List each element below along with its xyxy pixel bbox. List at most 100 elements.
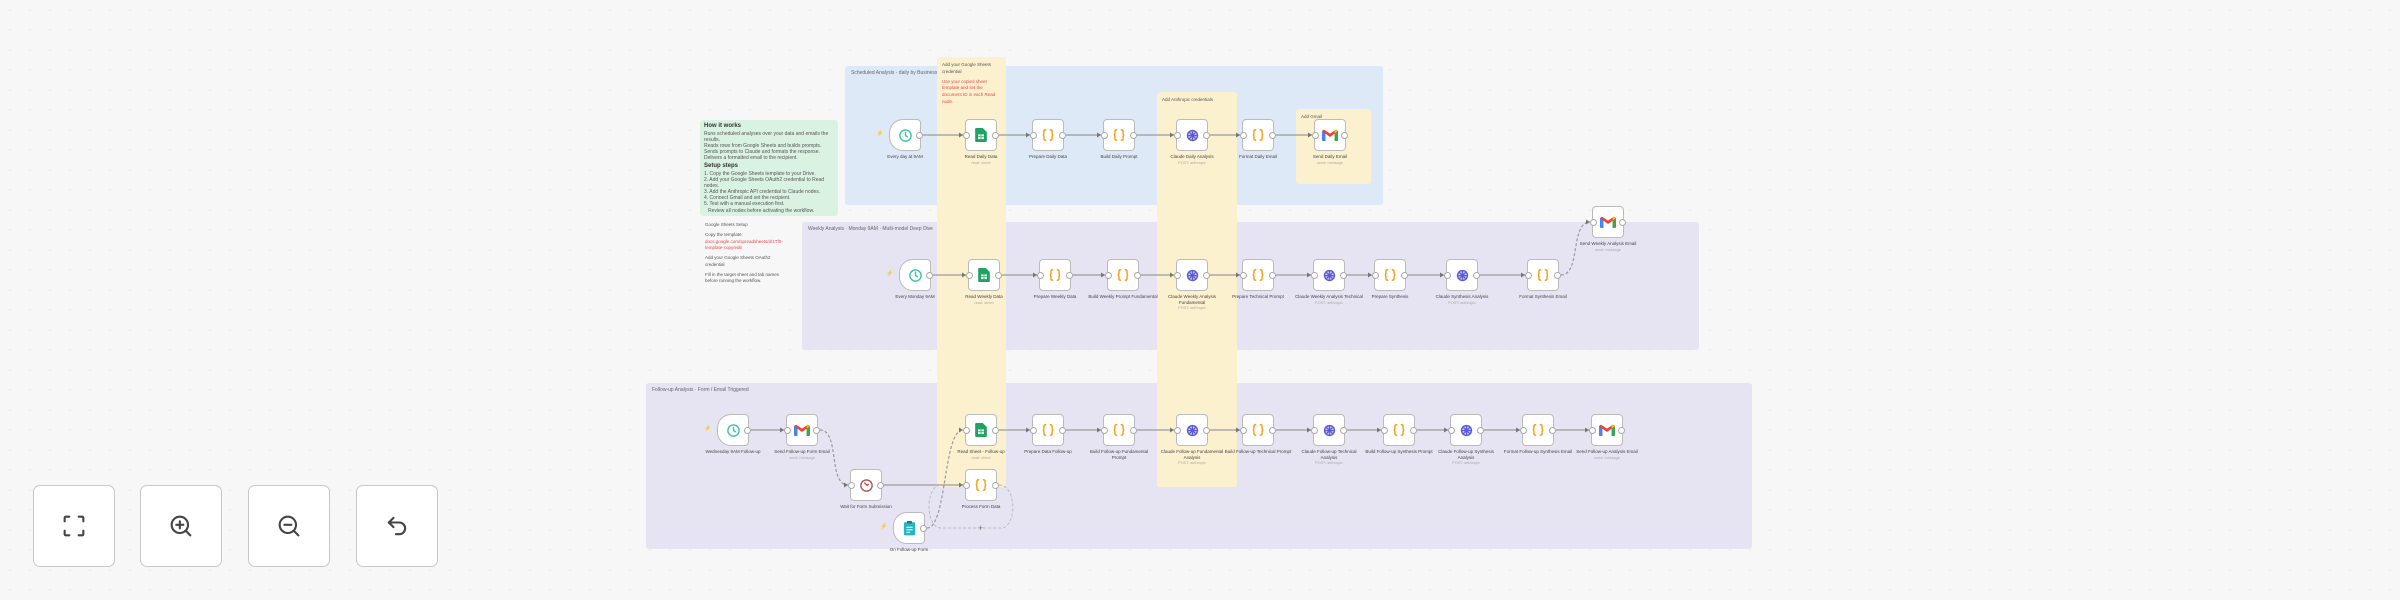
node-ai[interactable]: [1311, 414, 1347, 446]
node-trigger-clock[interactable]: [717, 414, 751, 446]
node-code[interactable]: [1101, 119, 1137, 151]
node-code[interactable]: [1381, 414, 1417, 446]
node-code[interactable]: [1240, 119, 1276, 151]
input-port[interactable]: [1589, 427, 1596, 434]
output-port[interactable]: [1203, 427, 1210, 434]
output-port[interactable]: [1340, 427, 1347, 434]
node-code[interactable]: [1525, 259, 1561, 291]
node-trigger-clock[interactable]: [899, 259, 933, 291]
input-port[interactable]: [1311, 427, 1318, 434]
output-port[interactable]: [1619, 219, 1626, 226]
output-port[interactable]: [1059, 427, 1066, 434]
input-port[interactable]: [1381, 427, 1388, 434]
input-port[interactable]: [1101, 427, 1108, 434]
output-port[interactable]: [1473, 272, 1480, 279]
node-sheets[interactable]: [966, 259, 1002, 291]
node-ai[interactable]: [1174, 119, 1210, 151]
node-code[interactable]: [1030, 119, 1066, 151]
input-port[interactable]: [1030, 132, 1037, 139]
output-port[interactable]: [926, 272, 933, 279]
output-port[interactable]: [1401, 272, 1408, 279]
node-ai[interactable]: [1448, 414, 1484, 446]
fit-view-button[interactable]: [33, 485, 115, 567]
node-code[interactable]: [1101, 414, 1137, 446]
output-port[interactable]: [1477, 427, 1484, 434]
node-code[interactable]: [1105, 259, 1141, 291]
node-gmail[interactable]: [1312, 119, 1348, 151]
input-port[interactable]: [1590, 219, 1597, 226]
output-port[interactable]: [992, 482, 999, 489]
input-port[interactable]: [1372, 272, 1379, 279]
node-code[interactable]: [963, 469, 999, 501]
input-port[interactable]: [1240, 272, 1247, 279]
node-sheets[interactable]: [963, 119, 999, 151]
output-port[interactable]: [1554, 272, 1561, 279]
node-trigger-form[interactable]: [893, 512, 927, 544]
output-port[interactable]: [1618, 427, 1625, 434]
node-code[interactable]: [1240, 414, 1276, 446]
output-port[interactable]: [992, 427, 999, 434]
input-port[interactable]: [1444, 272, 1451, 279]
output-port[interactable]: [920, 525, 927, 532]
input-port[interactable]: [1311, 272, 1318, 279]
output-port[interactable]: [1340, 272, 1347, 279]
input-port[interactable]: [1448, 427, 1455, 434]
node-ai[interactable]: [1311, 259, 1347, 291]
output-port[interactable]: [1269, 132, 1276, 139]
output-port[interactable]: [1130, 427, 1137, 434]
zoom-out-button[interactable]: [248, 485, 330, 567]
input-port[interactable]: [1240, 427, 1247, 434]
output-port[interactable]: [1059, 132, 1066, 139]
node-ai[interactable]: [1174, 259, 1210, 291]
node-wait[interactable]: [848, 469, 884, 501]
reset-zoom-button[interactable]: [356, 485, 438, 567]
output-port[interactable]: [744, 427, 751, 434]
input-port[interactable]: [848, 482, 855, 489]
input-port[interactable]: [963, 482, 970, 489]
input-port[interactable]: [1030, 427, 1037, 434]
input-port[interactable]: [963, 427, 970, 434]
input-port[interactable]: [1312, 132, 1319, 139]
output-port[interactable]: [1269, 272, 1276, 279]
node-gmail[interactable]: [784, 414, 820, 446]
node-ai[interactable]: [1444, 259, 1480, 291]
node-code[interactable]: [1520, 414, 1556, 446]
output-port[interactable]: [992, 132, 999, 139]
output-port[interactable]: [995, 272, 1002, 279]
add-node-plus-icon[interactable]: +: [978, 523, 983, 533]
input-port[interactable]: [1525, 272, 1532, 279]
node-sheets[interactable]: [963, 414, 999, 446]
input-port[interactable]: [784, 427, 791, 434]
input-port[interactable]: [1105, 272, 1112, 279]
connection-c15-c4[interactable]: [926, 429, 964, 529]
input-port[interactable]: [1174, 427, 1181, 434]
input-port[interactable]: [1240, 132, 1247, 139]
output-port[interactable]: [1269, 427, 1276, 434]
input-port[interactable]: [1037, 272, 1044, 279]
output-port[interactable]: [1341, 132, 1348, 139]
output-port[interactable]: [1410, 427, 1417, 434]
output-port[interactable]: [813, 427, 820, 434]
input-port[interactable]: [966, 272, 973, 279]
output-port[interactable]: [1549, 427, 1556, 434]
node-trigger-clock[interactable]: [889, 119, 923, 151]
input-port[interactable]: [1520, 427, 1527, 434]
input-port[interactable]: [1174, 132, 1181, 139]
node-code[interactable]: [1037, 259, 1073, 291]
output-port[interactable]: [1066, 272, 1073, 279]
node-gmail[interactable]: [1589, 414, 1625, 446]
output-port[interactable]: [1203, 132, 1210, 139]
node-code[interactable]: [1372, 259, 1408, 291]
output-port[interactable]: [877, 482, 884, 489]
output-port[interactable]: [916, 132, 923, 139]
output-port[interactable]: [1203, 272, 1210, 279]
input-port[interactable]: [963, 132, 970, 139]
input-port[interactable]: [1174, 272, 1181, 279]
input-port[interactable]: [1101, 132, 1108, 139]
node-code[interactable]: [1030, 414, 1066, 446]
node-code[interactable]: [1240, 259, 1276, 291]
zoom-in-button[interactable]: [140, 485, 222, 567]
node-ai[interactable]: [1174, 414, 1210, 446]
node-gmail[interactable]: [1590, 206, 1626, 238]
output-port[interactable]: [1130, 132, 1137, 139]
